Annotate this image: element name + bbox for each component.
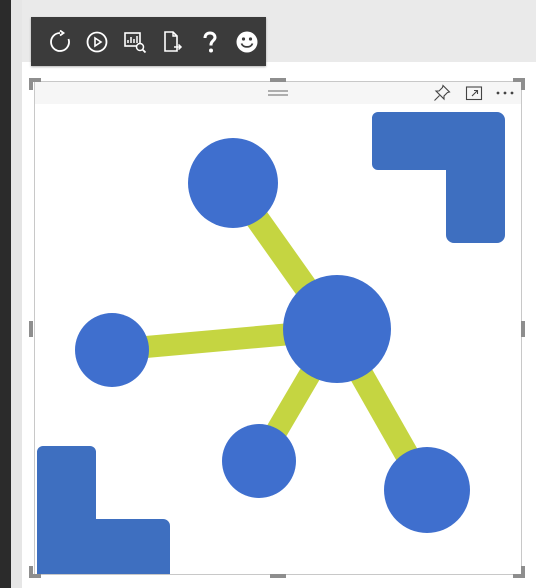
- resize-handle-right[interactable]: [521, 321, 525, 337]
- corner-bracket-bottom-left: [37, 446, 170, 574]
- node-center: [283, 275, 391, 383]
- network-graphic: [37, 112, 505, 574]
- node-top: [188, 138, 278, 228]
- resize-handle-bottom-left-v[interactable]: [29, 566, 33, 578]
- corner-bracket-top-right: [372, 112, 505, 243]
- resize-handle-bottom-right-v[interactable]: [521, 566, 525, 578]
- node-bottom-left: [222, 424, 296, 498]
- resize-handle-top-right-v[interactable]: [521, 78, 525, 90]
- resize-handle-left[interactable]: [29, 321, 33, 337]
- resize-handle-top-left-v[interactable]: [29, 78, 33, 90]
- node-bottom-right: [384, 447, 470, 533]
- node-left: [75, 313, 149, 387]
- resize-handle-bottom[interactable]: [270, 574, 286, 578]
- resize-handle-top[interactable]: [270, 78, 286, 82]
